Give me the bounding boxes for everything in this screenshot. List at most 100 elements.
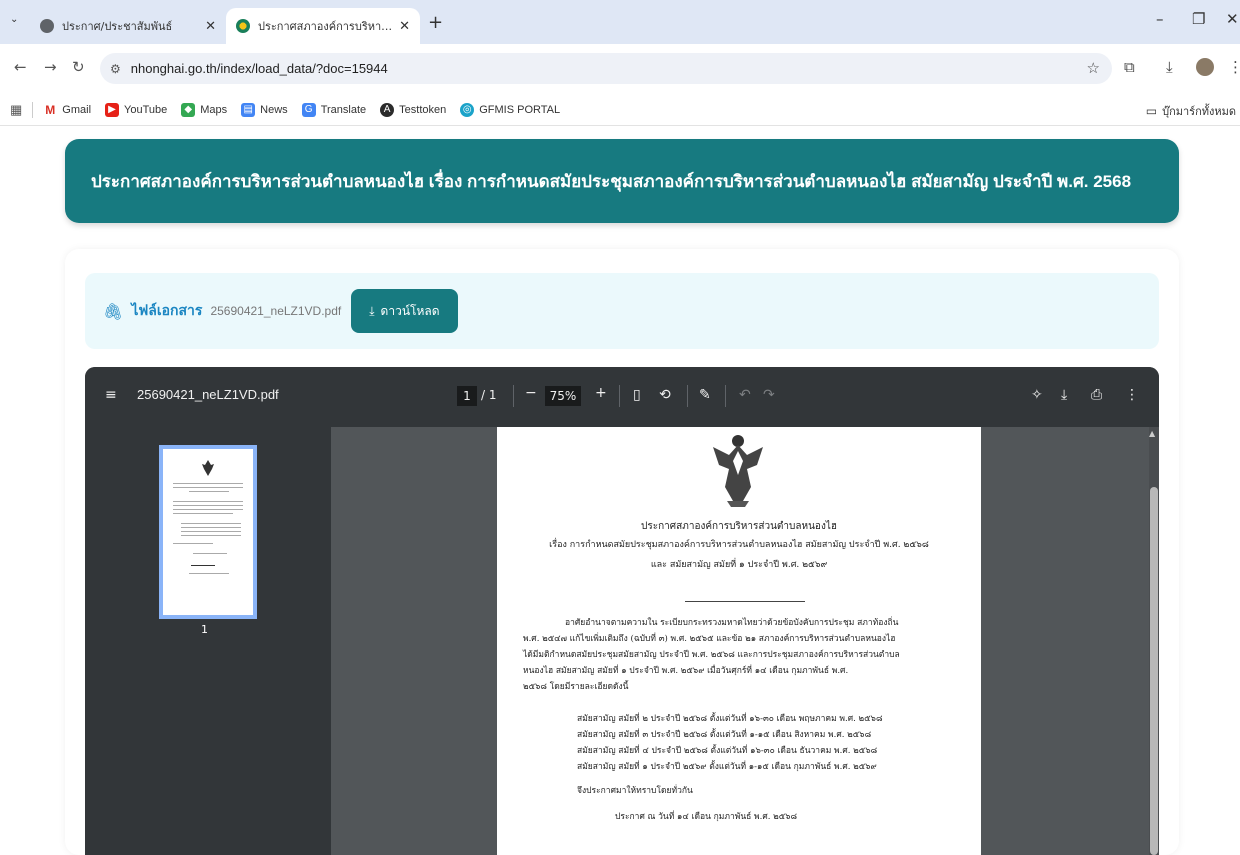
pdf-toolbar: ≡ 25690421_neLZ1VD.pdf 1 / 1 − 75% + ▯ ⟲… xyxy=(85,367,1159,427)
zoom-out-icon[interactable]: − xyxy=(525,385,537,401)
tab-current-page[interactable]: ประกาศสภาองค์การบริหารส่วนตำบลหนองไฮ ✕ xyxy=(226,8,420,44)
page-thumbnail[interactable] xyxy=(159,445,257,619)
thumbnail-text-line xyxy=(191,565,215,566)
ai-sparkle-icon[interactable]: ✧ xyxy=(1031,387,1043,403)
thumbnail-text-line xyxy=(193,553,227,554)
url-text[interactable]: nhonghai.go.th/index/load_data/?doc=1594… xyxy=(131,61,388,76)
thumbnail-text-line xyxy=(173,509,243,510)
globe-icon xyxy=(40,19,54,33)
zoom-in-icon[interactable]: + xyxy=(595,385,607,401)
news-icon: ▤ xyxy=(241,102,256,117)
bookmarks-bar: ▦ M Gmail ▶ YouTube ◆ Maps ▤ News G Translate… xyxy=(0,94,1240,126)
gmail-icon: M xyxy=(45,102,56,117)
minimize-icon[interactable]: – xyxy=(1156,10,1164,28)
pdf-viewer: ≡ 25690421_neLZ1VD.pdf 1 / 1 − 75% + ▯ ⟲… xyxy=(85,367,1159,855)
tab-strip: ⌄ ประกาศ/ประชาสัมพันธ์ ✕ ประกาศสภาองค์กา… xyxy=(0,0,1240,44)
bookmark-youtube[interactable]: ▶ YouTube xyxy=(105,102,167,117)
document-subject: และ สมัยสามัญ สมัยที่ ๑ ประจำปี พ.ศ. ๒๕๖… xyxy=(650,560,828,570)
tab-search-dropdown-icon[interactable]: ⌄ xyxy=(10,14,18,25)
document-announce-date: ประกาศ ณ วันที่ ๑๔ เดือน กุมภาพันธ์ พ.ศ.… xyxy=(615,812,798,822)
bookmark-news[interactable]: ▤ News xyxy=(241,102,288,117)
document-paragraph-line: ได้มีมติกำหนดสมัยประชุมสมัยสามัญ ประจำปี… xyxy=(523,650,900,660)
document-paragraph-line: อาศัยอำนาจตามความใน ระเบียบกระทรวงมหาดไท… xyxy=(565,618,899,628)
undo-icon[interactable]: ↶ xyxy=(739,387,751,403)
translate-icon: G xyxy=(301,102,316,117)
tab-title: ประกาศ/ประชาสัมพันธ์ xyxy=(62,20,173,33)
pdf-more-icon[interactable]: ⋮ xyxy=(1125,387,1139,403)
bookmark-gmail[interactable]: M Gmail xyxy=(43,103,91,117)
download-icon[interactable]: ⤓ xyxy=(1166,58,1173,76)
file-label: ไฟล์เอกสาร xyxy=(131,302,203,318)
print-icon[interactable]: ⎙ xyxy=(1091,387,1102,403)
zoom-input[interactable]: 75% xyxy=(545,386,581,406)
close-window-icon[interactable]: ✕ xyxy=(1226,10,1239,28)
site-info-icon[interactable]: ⚙ xyxy=(110,62,121,76)
thumbnail-text-line xyxy=(181,523,241,524)
menu-kebab-icon[interactable]: ⋮ xyxy=(1228,58,1240,76)
bookmark-star-icon[interactable]: ☆ xyxy=(1087,59,1100,77)
apps-grid-icon[interactable]: ▦ xyxy=(10,102,22,118)
restore-icon[interactable]: ❐ xyxy=(1192,10,1205,28)
tab-title: ประกาศสภาองค์การบริหารส่วนตำบลหนองไฮ xyxy=(258,20,393,33)
thumbnail-text-line xyxy=(189,573,229,574)
file-attachment-box: 🖇 ไฟล์เอกสาร 25690421_neLZ1VD.pdf ⤓ ดาวน์… xyxy=(85,273,1159,349)
new-tab-button[interactable]: + xyxy=(428,12,443,33)
bookmark-maps[interactable]: ◆ Maps xyxy=(181,102,227,117)
document-closing: จึงประกาศมาให้ทราบโดยทั่วกัน xyxy=(577,786,693,796)
bookmark-translate[interactable]: G Translate xyxy=(301,102,366,117)
thumbnail-text-line xyxy=(189,491,229,492)
redo-icon[interactable]: ↷ xyxy=(763,387,775,403)
pdf-download-icon[interactable]: ⤓ xyxy=(1061,387,1067,403)
angular-icon: A xyxy=(380,102,395,117)
document-session-line: สมัยสามัญ สมัยที่ ๑ ประจำปี ๒๕๖๙ ตั้งแต่… xyxy=(577,762,877,772)
page-title: ประกาศสภาองค์การบริหารส่วนตำบลหนองไฮ เรื… xyxy=(91,171,1132,191)
document-session-line: สมัยสามัญ สมัยที่ ๓ ประจำปี ๒๕๖๘ ตั้งแต่… xyxy=(577,730,872,740)
toolbar-divider xyxy=(513,385,514,407)
document-title: ประกาศสภาองค์การบริหารส่วนตำบลหนองไฮ xyxy=(641,521,837,532)
thumbnail-page-number: 1 xyxy=(201,623,208,636)
thumbnail-text-line xyxy=(181,531,241,532)
back-icon[interactable]: ← xyxy=(14,58,27,76)
all-bookmarks-folder[interactable]: ▭ บุ๊กมาร์กทั้งหมด xyxy=(1146,102,1236,120)
annotate-pen-icon[interactable]: ✎ xyxy=(699,387,711,403)
toolbar-divider xyxy=(725,385,726,407)
document-scrollbar-thumb[interactable] xyxy=(1150,487,1158,855)
bookmark-testtoken[interactable]: A Testtoken xyxy=(380,102,446,117)
document-area: ประกาศสภาองค์การบริหารส่วนตำบลหนองไฮ เรื… xyxy=(331,427,1159,855)
scroll-up-arrow-icon[interactable]: ▲ xyxy=(1149,429,1155,438)
sidebar-toggle-icon[interactable]: ≡ xyxy=(105,387,117,403)
document-subject: เรื่อง การกำหนดสมัยประชุมสภาองค์การบริหา… xyxy=(549,540,929,550)
forward-icon[interactable]: → xyxy=(44,58,57,76)
rotate-icon[interactable]: ⟲ xyxy=(659,387,671,403)
paperclip-icon: 🖇 xyxy=(103,301,124,321)
content-card: 🖇 ไฟล์เอกสาร 25690421_neLZ1VD.pdf ⤓ ดาวน์… xyxy=(65,249,1179,855)
document-paragraph-line: หนองไฮ สมัยสามัญ สมัยที่ ๑ ประจำปี พ.ศ. … xyxy=(523,666,849,676)
announcement-header: ประกาศสภาองค์การบริหารส่วนตำบลหนองไฮ เรื… xyxy=(65,139,1179,223)
address-bar[interactable]: ⚙ nhonghai.go.th/index/load_data/?doc=15… xyxy=(100,53,1112,84)
profile-avatar[interactable] xyxy=(1196,58,1214,76)
document-page: ประกาศสภาองค์การบริหารส่วนตำบลหนองไฮ เรื… xyxy=(497,427,981,855)
close-tab-icon[interactable]: ✕ xyxy=(205,19,216,34)
thumbnail-pane: 1 xyxy=(85,427,331,855)
close-tab-icon[interactable]: ✕ xyxy=(399,19,410,34)
maps-icon: ◆ xyxy=(181,102,196,117)
bookmark-gfmis[interactable]: ◎ GFMIS PORTAL xyxy=(460,102,560,117)
document-divider xyxy=(685,601,805,602)
toolbar-divider xyxy=(619,385,620,407)
youtube-icon: ▶ xyxy=(105,102,120,117)
thumbnail-text-line xyxy=(173,513,233,514)
download-button[interactable]: ⤓ ดาวน์โหลด xyxy=(351,289,458,333)
page-content: ประกาศสภาองค์การบริหารส่วนตำบลหนองไฮ เรื… xyxy=(0,127,1240,855)
thumbnail-text-line xyxy=(173,483,243,484)
thumbnail-text-line xyxy=(173,487,243,488)
tab-announcement[interactable]: ประกาศ/ประชาสัมพันธ์ ✕ xyxy=(30,8,226,44)
extensions-icon[interactable]: ⧉ xyxy=(1124,58,1135,76)
page-total: / 1 xyxy=(481,388,497,402)
fit-page-icon[interactable]: ▯ xyxy=(633,387,641,403)
file-name: 25690421_neLZ1VD.pdf xyxy=(210,304,342,318)
page-number-input[interactable]: 1 xyxy=(457,386,477,406)
garuda-emblem-icon xyxy=(713,435,763,507)
thumbnail-text-line xyxy=(173,501,243,502)
reload-icon[interactable]: ↻ xyxy=(72,58,85,76)
document-paragraph-line: ๒๕๖๘ โดยมีรายละเอียดดังนี้ xyxy=(523,682,629,692)
